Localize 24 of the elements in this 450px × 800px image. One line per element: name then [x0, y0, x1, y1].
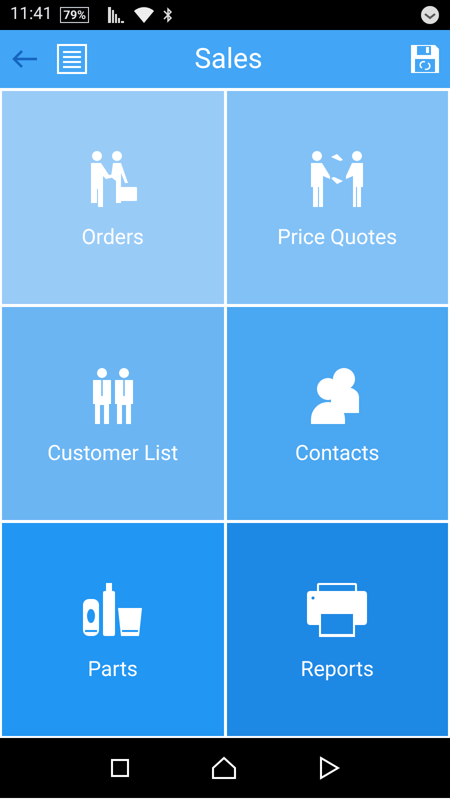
menu-tile[interactable]: Contacts: [226, 307, 448, 520]
recent-apps-icon[interactable]: [110, 758, 130, 778]
notification-icon: [420, 5, 440, 25]
menu-tile[interactable]: Price Quotes: [226, 91, 448, 304]
menu-tile[interactable]: Reports: [226, 523, 448, 736]
menu-tile[interactable]: Customer List: [2, 307, 224, 520]
back-icon[interactable]: [318, 756, 340, 780]
tile-label: Customer List: [47, 440, 178, 468]
tile-label: Reports: [300, 656, 374, 684]
home-icon[interactable]: [210, 756, 237, 780]
menu-button[interactable]: [57, 44, 87, 74]
wifi-icon: [132, 6, 155, 24]
menu-tile[interactable]: Orders: [2, 91, 224, 304]
menu-tile[interactable]: Parts: [2, 523, 224, 736]
battery-indicator: 79%: [60, 7, 89, 23]
tile-label: Orders: [82, 224, 144, 252]
status-time: 11:41: [10, 3, 52, 26]
signal-icon: [106, 7, 125, 23]
save-button[interactable]: [410, 44, 440, 74]
bluetooth-icon: [162, 7, 173, 23]
tile-label: Parts: [88, 656, 138, 684]
tile-label: Price Quotes: [277, 224, 398, 252]
tile-label: Contacts: [295, 440, 380, 468]
screen-title: Sales: [194, 41, 264, 77]
